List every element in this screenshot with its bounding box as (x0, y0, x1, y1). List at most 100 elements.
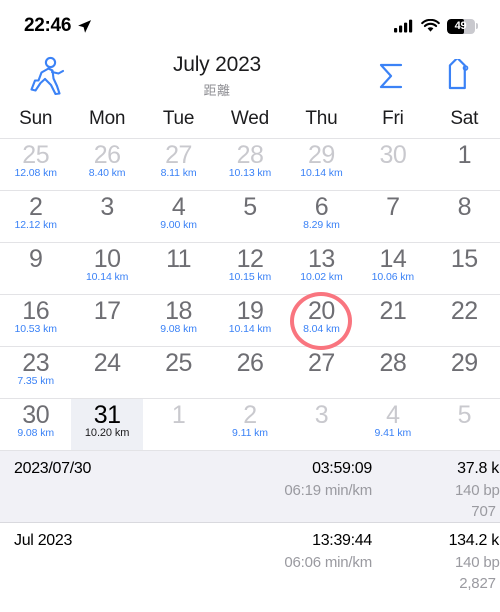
calendar-day-distance: 10.15 km (228, 271, 272, 284)
calendar-day-cell[interactable]: 31 10.20 km (71, 399, 143, 450)
calendar-day-distance: 7.35 km (17, 375, 55, 388)
calendar-day-number: 14 (379, 245, 407, 273)
calendar-day-cell[interactable]: 14 10.06 km (357, 243, 428, 294)
summary-month-label-col: Jul 2023 (0, 530, 190, 552)
calendar-day-cell[interactable]: 2 9.11 km (214, 399, 285, 450)
calendar-day-cell[interactable]: 9 (0, 243, 71, 294)
calendar-day-cell[interactable]: 29 (429, 347, 500, 398)
calendar-day-number: 22 (450, 297, 478, 325)
calendar-day-cell[interactable]: 21 (357, 295, 428, 346)
calendar-day-cell[interactable]: 8 (429, 191, 500, 242)
weekday-fri: Fri (382, 108, 404, 129)
calendar-day-cell[interactable]: 28 (357, 347, 428, 398)
calendar-day-cell[interactable]: 19 10.14 km (214, 295, 285, 346)
calendar-day-cell[interactable]: 27 8.11 km (143, 139, 214, 190)
weekday-wed: Wed (230, 108, 270, 129)
calendar-day-cell[interactable]: 18 9.08 km (143, 295, 214, 346)
summary-month-distance: 134.2 km (448, 532, 500, 549)
calendar-day-number: 2 (29, 193, 43, 221)
calendar-day-cell[interactable]: 6 8.29 km (286, 191, 357, 242)
app-screen: 22:46 49 July 2023 距離 Sun Mon Tue Wed Th… (0, 0, 500, 612)
tag-icon[interactable] (440, 59, 474, 93)
calendar-day-distance: 9.41 km (374, 427, 412, 440)
calendar-week-row: 9 10 10.14 km 11 12 10.15 km 13 10.02 km 14 10.06… (0, 243, 500, 295)
calendar-day-cell[interactable]: 1 (429, 139, 500, 190)
calendar-day-number: 30 (22, 401, 50, 429)
calendar-day-distance: 10.14 km (300, 167, 343, 180)
calendar-day-number: 8 (457, 193, 472, 221)
calendar-day-cell[interactable]: 30 9.08 km (0, 399, 71, 450)
calendar-grid: 25 12.08 km 26 8.40 km 27 8.11 km 28 10.13 km 29… (0, 138, 500, 451)
calendar-day-cell[interactable]: 29 10.14 km (286, 139, 357, 190)
location-arrow-icon (78, 19, 92, 33)
calendar-day-cell[interactable]: 4 9.41 km (357, 399, 428, 450)
calendar-day-cell[interactable]: 28 10.13 km (214, 139, 285, 190)
calendar-day-number: 7 (386, 193, 400, 221)
calendar-day-cell[interactable]: 5 (214, 191, 285, 242)
page-title: July 2023 (172, 52, 262, 76)
calendar-day-cell[interactable]: 3 (286, 399, 357, 450)
calendar-day-cell[interactable]: 16 10.53 km (0, 295, 71, 346)
calendar-day-cell[interactable]: 30 (357, 139, 428, 190)
header-left (26, 55, 90, 97)
calendar-day-number: 28 (236, 141, 264, 169)
calendar-day-cell[interactable]: 26 8.40 km (71, 139, 142, 190)
calendar-day-distance: 12.08 km (14, 167, 57, 180)
summary-day-metrics-col: 37.8 km 140 bpm 707 m (390, 458, 500, 522)
calendar-day-distance: 8.04 km (303, 323, 340, 336)
running-person-icon[interactable] (26, 55, 66, 97)
calendar-day-distance: 10.53 km (14, 323, 57, 336)
calendar-day-number: 27 (165, 141, 192, 169)
calendar-day-distance: 10.02 km (300, 271, 343, 284)
summary-day-heart-rate: 140 bpm (455, 481, 500, 499)
calendar-day-number: 24 (93, 349, 121, 377)
calendar-day-number: 4 (386, 401, 400, 429)
summary-month-heart-rate: 140 bpm (455, 553, 500, 571)
calendar-day-cell[interactable]: 17 (71, 295, 142, 346)
calendar-day-cell[interactable]: 15 (429, 243, 500, 294)
calendar-day-cell[interactable]: 10 10.14 km (71, 243, 142, 294)
summary-day-label: 2023/07/30 (14, 460, 92, 477)
weekday-sun: Sun (19, 108, 53, 129)
calendar-day-cell[interactable]: 7 (357, 191, 428, 242)
calendar-day-cell[interactable]: 22 (429, 295, 500, 346)
calendar-day-cell[interactable]: 23 7.35 km (0, 347, 71, 398)
calendar-day-number: 21 (379, 297, 407, 325)
calendar-week-row: 30 9.08 km 31 10.20 km 1 2 9.11 km 3 4 9.41 km 5 (0, 399, 500, 451)
calendar-day-cell[interactable]: 26 (214, 347, 285, 398)
calendar-day-cell[interactable]: 5 (429, 399, 500, 450)
summary-day-distance: 37.8 km (457, 460, 500, 477)
calendar-day-distance: 12.12 km (14, 219, 57, 232)
summary-day-duration: 03:59:09 (312, 460, 372, 477)
calendar-day-number: 28 (379, 349, 407, 377)
calendar-day-cell[interactable]: 12 10.15 km (214, 243, 285, 294)
summary-row-month[interactable]: Jul 2023 13:39:44 06:06 min/km 134.2 km … (0, 522, 500, 593)
calendar-day-cell[interactable]: 3 (71, 191, 142, 242)
calendar-day-number: 13 (308, 245, 335, 273)
calendar-day-cell[interactable]: 13 10.02 km (286, 243, 357, 294)
sigma-icon[interactable] (374, 59, 408, 93)
calendar-day-cell[interactable]: 2 12.12 km (0, 191, 71, 242)
calendar-day-number: 15 (450, 245, 478, 273)
calendar-day-cell[interactable]: 25 12.08 km (0, 139, 71, 190)
summary-day-elevation: 707 m (471, 502, 500, 520)
calendar-day-cell[interactable]: 24 (71, 347, 142, 398)
calendar-day-number: 29 (308, 141, 335, 169)
calendar-week-row: 16 10.53 km 17 18 9.08 km 19 10.14 km 20 8.04 km… (0, 295, 500, 347)
calendar-day-cell[interactable]: 25 (143, 347, 214, 398)
calendar-day-number: 27 (308, 349, 335, 377)
calendar-day-distance: 9.08 km (17, 427, 55, 440)
calendar-day-number: 5 (457, 401, 472, 429)
calendar-day-number: 31 (93, 401, 121, 429)
summary-day-pace: 06:19 min/km (284, 481, 372, 499)
weekday-tue: Tue (162, 108, 195, 129)
calendar-day-cell[interactable]: 4 9.00 km (143, 191, 214, 242)
summary-month-metrics-col: 134.2 km 140 bpm 2,827 m (390, 530, 500, 594)
calendar-day-cell[interactable]: 20 8.04 km (286, 295, 357, 346)
calendar-day-cell[interactable]: 27 (286, 347, 357, 398)
calendar-day-cell[interactable]: 11 (143, 243, 214, 294)
calendar-day-number: 9 (29, 245, 43, 273)
summary-day-time-col: 03:59:09 06:19 min/km (190, 458, 390, 501)
calendar-day-cell[interactable]: 1 (143, 399, 214, 450)
summary-row-day[interactable]: 2023/07/30 03:59:09 06:19 min/km 37.8 km… (0, 451, 500, 522)
